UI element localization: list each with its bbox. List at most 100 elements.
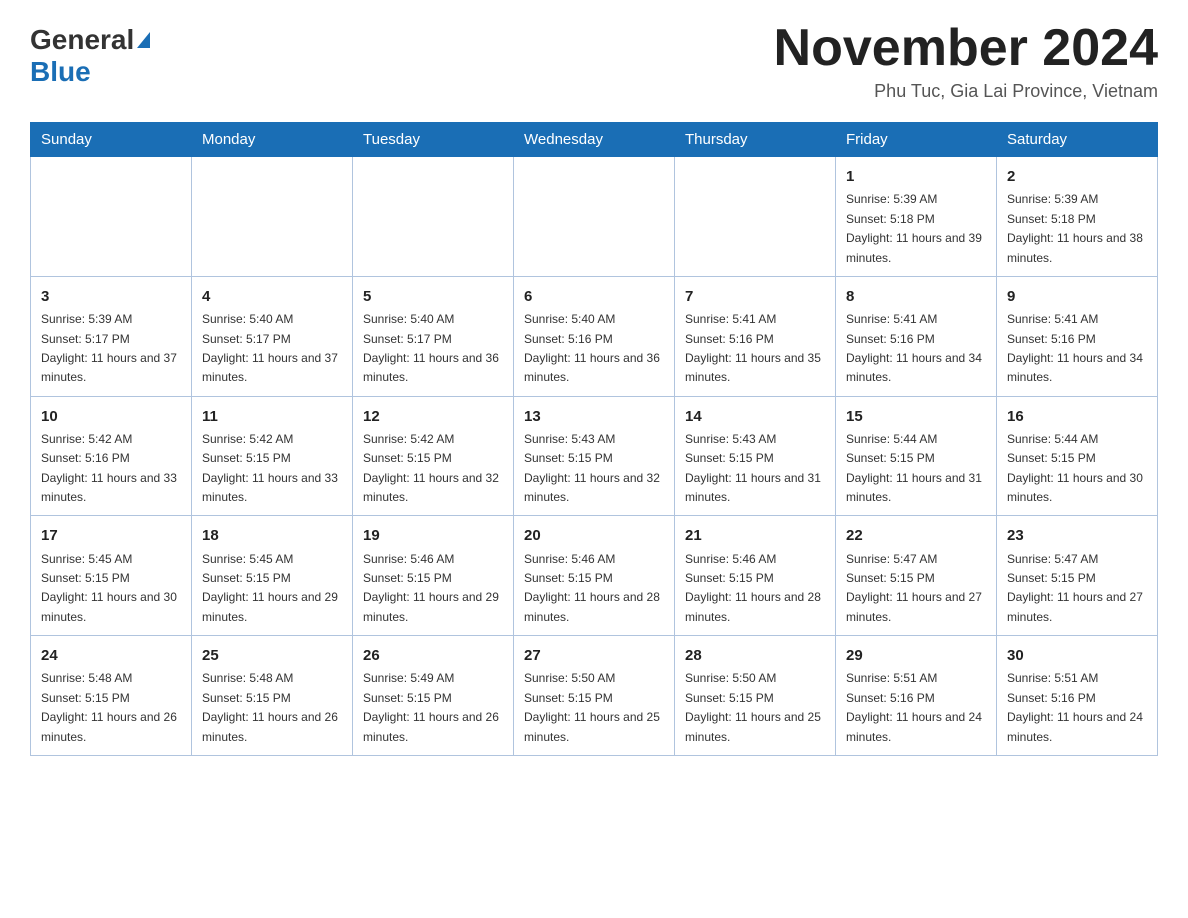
table-cell: 30 Sunrise: 5:51 AMSunset: 5:16 PMDayligh… xyxy=(997,636,1158,756)
day-number: 10 xyxy=(41,405,181,428)
table-cell: 29 Sunrise: 5:51 AMSunset: 5:16 PMDayligh… xyxy=(836,636,997,756)
table-cell xyxy=(353,157,514,277)
page-header: General Blue November 2024 Phu Tuc, Gia … xyxy=(30,20,1158,102)
day-info: Sunrise: 5:48 AMSunset: 5:15 PMDaylight:… xyxy=(202,671,338,743)
day-number: 30 xyxy=(1007,644,1147,667)
header-thursday: Thursday xyxy=(675,123,836,157)
day-info: Sunrise: 5:41 AMSunset: 5:16 PMDaylight:… xyxy=(685,312,821,384)
table-cell: 3 Sunrise: 5:39 AMSunset: 5:17 PMDaylight… xyxy=(31,276,192,396)
day-info: Sunrise: 5:39 AMSunset: 5:17 PMDaylight:… xyxy=(41,312,177,384)
week-row-4: 17 Sunrise: 5:45 AMSunset: 5:15 PMDayligh… xyxy=(31,516,1158,636)
table-cell: 16 Sunrise: 5:44 AMSunset: 5:15 PMDayligh… xyxy=(997,396,1158,516)
day-info: Sunrise: 5:40 AMSunset: 5:17 PMDaylight:… xyxy=(363,312,499,384)
table-cell: 1Sunrise: 5:39 AMSunset: 5:18 PMDaylight… xyxy=(836,157,997,277)
table-cell: 21Sunrise: 5:46 AMSunset: 5:15 PMDayligh… xyxy=(675,516,836,636)
day-number: 16 xyxy=(1007,405,1147,428)
table-cell: 22Sunrise: 5:47 AMSunset: 5:15 PMDayligh… xyxy=(836,516,997,636)
table-cell: 18 Sunrise: 5:45 AMSunset: 5:15 PMDayligh… xyxy=(192,516,353,636)
day-number: 11 xyxy=(202,405,342,428)
header-saturday: Saturday xyxy=(997,123,1158,157)
header-monday: Monday xyxy=(192,123,353,157)
day-info: Sunrise: 5:42 AMSunset: 5:15 PMDaylight:… xyxy=(202,432,338,504)
header-sunday: Sunday xyxy=(31,123,192,157)
week-row-2: 3 Sunrise: 5:39 AMSunset: 5:17 PMDaylight… xyxy=(31,276,1158,396)
day-number: 23 xyxy=(1007,524,1147,547)
day-number: 9 xyxy=(1007,285,1147,308)
day-info: Sunrise: 5:46 AMSunset: 5:15 PMDaylight:… xyxy=(685,552,821,624)
day-info: Sunrise: 5:44 AMSunset: 5:15 PMDaylight:… xyxy=(846,432,982,504)
day-number: 8 xyxy=(846,285,986,308)
logo-blue-text: Blue xyxy=(30,56,91,88)
day-number: 25 xyxy=(202,644,342,667)
day-info: Sunrise: 5:41 AMSunset: 5:16 PMDaylight:… xyxy=(846,312,982,384)
day-number: 20 xyxy=(524,524,664,547)
table-cell: 6 Sunrise: 5:40 AMSunset: 5:16 PMDaylight… xyxy=(514,276,675,396)
day-info: Sunrise: 5:46 AMSunset: 5:15 PMDaylight:… xyxy=(524,552,660,624)
day-number: 5 xyxy=(363,285,503,308)
table-cell: 9 Sunrise: 5:41 AMSunset: 5:16 PMDaylight… xyxy=(997,276,1158,396)
table-cell: 25 Sunrise: 5:48 AMSunset: 5:15 PMDayligh… xyxy=(192,636,353,756)
day-info: Sunrise: 5:48 AMSunset: 5:15 PMDaylight:… xyxy=(41,671,177,743)
day-info: Sunrise: 5:40 AMSunset: 5:16 PMDaylight:… xyxy=(524,312,660,384)
day-info: Sunrise: 5:46 AMSunset: 5:15 PMDaylight:… xyxy=(363,552,499,624)
day-number: 27 xyxy=(524,644,664,667)
table-cell xyxy=(675,157,836,277)
day-number: 24 xyxy=(41,644,181,667)
day-number: 17 xyxy=(41,524,181,547)
day-info: Sunrise: 5:42 AMSunset: 5:15 PMDaylight:… xyxy=(363,432,499,504)
day-number: 3 xyxy=(41,285,181,308)
table-cell: 27 Sunrise: 5:50 AMSunset: 5:15 PMDayligh… xyxy=(514,636,675,756)
table-cell: 13Sunrise: 5:43 AMSunset: 5:15 PMDayligh… xyxy=(514,396,675,516)
table-cell xyxy=(31,157,192,277)
table-cell xyxy=(514,157,675,277)
day-number: 15 xyxy=(846,405,986,428)
week-row-5: 24 Sunrise: 5:48 AMSunset: 5:15 PMDayligh… xyxy=(31,636,1158,756)
location-subtitle: Phu Tuc, Gia Lai Province, Vietnam xyxy=(774,81,1158,102)
table-cell: 10 Sunrise: 5:42 AMSunset: 5:16 PMDayligh… xyxy=(31,396,192,516)
day-info: Sunrise: 5:47 AMSunset: 5:15 PMDaylight:… xyxy=(1007,552,1143,624)
calendar-title: November 2024 xyxy=(774,20,1158,77)
table-cell: 8 Sunrise: 5:41 AMSunset: 5:16 PMDaylight… xyxy=(836,276,997,396)
weekday-header-row: Sunday Monday Tuesday Wednesday Thursday… xyxy=(31,123,1158,157)
day-number: 29 xyxy=(846,644,986,667)
week-row-1: 1Sunrise: 5:39 AMSunset: 5:18 PMDaylight… xyxy=(31,157,1158,277)
day-info: Sunrise: 5:43 AMSunset: 5:15 PMDaylight:… xyxy=(524,432,660,504)
table-cell xyxy=(192,157,353,277)
header-friday: Friday xyxy=(836,123,997,157)
header-wednesday: Wednesday xyxy=(514,123,675,157)
table-cell: 17Sunrise: 5:45 AMSunset: 5:15 PMDayligh… xyxy=(31,516,192,636)
table-cell: 12 Sunrise: 5:42 AMSunset: 5:15 PMDayligh… xyxy=(353,396,514,516)
table-cell: 7 Sunrise: 5:41 AMSunset: 5:16 PMDaylight… xyxy=(675,276,836,396)
day-number: 19 xyxy=(363,524,503,547)
day-number: 18 xyxy=(202,524,342,547)
day-info: Sunrise: 5:50 AMSunset: 5:15 PMDaylight:… xyxy=(685,671,821,743)
day-info: Sunrise: 5:49 AMSunset: 5:15 PMDaylight:… xyxy=(363,671,499,743)
table-cell: 14Sunrise: 5:43 AMSunset: 5:15 PMDayligh… xyxy=(675,396,836,516)
table-cell: 19 Sunrise: 5:46 AMSunset: 5:15 PMDayligh… xyxy=(353,516,514,636)
day-info: Sunrise: 5:43 AMSunset: 5:15 PMDaylight:… xyxy=(685,432,821,504)
day-info: Sunrise: 5:42 AMSunset: 5:16 PMDaylight:… xyxy=(41,432,177,504)
day-number: 26 xyxy=(363,644,503,667)
calendar-table: Sunday Monday Tuesday Wednesday Thursday… xyxy=(30,122,1158,756)
logo-triangle-icon xyxy=(137,32,150,48)
table-cell: 26 Sunrise: 5:49 AMSunset: 5:15 PMDayligh… xyxy=(353,636,514,756)
logo: General Blue xyxy=(30,20,150,88)
day-number: 2 xyxy=(1007,165,1147,188)
day-info: Sunrise: 5:44 AMSunset: 5:15 PMDaylight:… xyxy=(1007,432,1143,504)
day-info: Sunrise: 5:50 AMSunset: 5:15 PMDaylight:… xyxy=(524,671,660,743)
day-info: Sunrise: 5:41 AMSunset: 5:16 PMDaylight:… xyxy=(1007,312,1143,384)
day-number: 7 xyxy=(685,285,825,308)
table-cell: 15 Sunrise: 5:44 AMSunset: 5:15 PMDayligh… xyxy=(836,396,997,516)
table-cell: 5 Sunrise: 5:40 AMSunset: 5:17 PMDaylight… xyxy=(353,276,514,396)
day-number: 28 xyxy=(685,644,825,667)
day-info: Sunrise: 5:40 AMSunset: 5:17 PMDaylight:… xyxy=(202,312,338,384)
day-number: 6 xyxy=(524,285,664,308)
week-row-3: 10 Sunrise: 5:42 AMSunset: 5:16 PMDayligh… xyxy=(31,396,1158,516)
day-number: 12 xyxy=(363,405,503,428)
header-tuesday: Tuesday xyxy=(353,123,514,157)
day-info: Sunrise: 5:39 AMSunset: 5:18 PMDaylight:… xyxy=(1007,192,1143,264)
day-info: Sunrise: 5:51 AMSunset: 5:16 PMDaylight:… xyxy=(846,671,982,743)
day-info: Sunrise: 5:45 AMSunset: 5:15 PMDaylight:… xyxy=(202,552,338,624)
day-info: Sunrise: 5:51 AMSunset: 5:16 PMDaylight:… xyxy=(1007,671,1143,743)
day-info: Sunrise: 5:47 AMSunset: 5:15 PMDaylight:… xyxy=(846,552,982,624)
